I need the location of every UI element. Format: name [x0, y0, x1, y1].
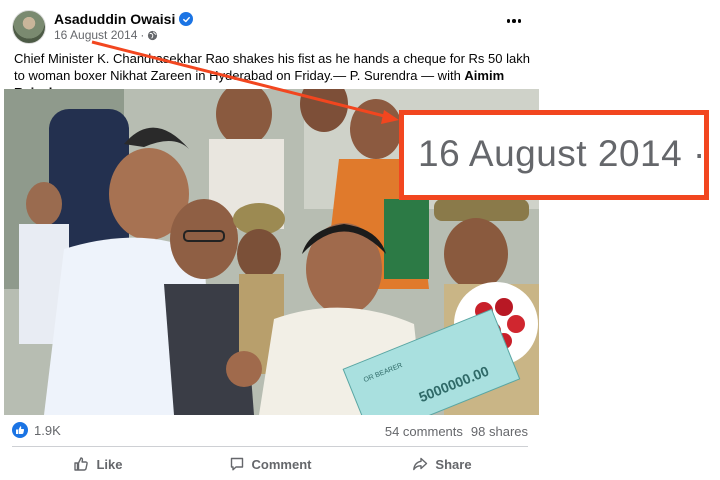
action-divider: [12, 446, 528, 447]
globe-icon: [148, 30, 158, 40]
post-meta: 16 August 2014 ·: [54, 28, 158, 42]
like-reaction-icon: [12, 422, 28, 438]
like-icon: [74, 457, 89, 471]
caption-text: Chief Minister K. Chandrasekhar Rao shak…: [14, 51, 530, 83]
share-button[interactable]: Share: [356, 450, 528, 478]
comment-label: Comment: [251, 456, 312, 472]
comment-icon: [230, 457, 243, 471]
reaction-summary[interactable]: 1.9K: [12, 422, 61, 438]
more-options-icon[interactable]: [504, 14, 524, 28]
share-icon: [413, 457, 428, 471]
engagement-counts: 54 comments 98 shares: [385, 424, 528, 439]
share-count[interactable]: 98 shares: [471, 424, 528, 439]
share-label: Share: [435, 456, 472, 472]
zoomed-date-highlight: 16 August 2014 ·: [399, 110, 709, 200]
author-avatar[interactable]: [12, 10, 46, 44]
verified-badge-icon: [179, 12, 194, 26]
post-stats: 1.9K 54 comments 98 shares: [12, 420, 532, 442]
zoomed-date-text: 16 August 2014 ·: [418, 133, 706, 174]
author-name-row: Asaduddin Owaisi: [54, 11, 194, 27]
facebook-post-card: Asaduddin Owaisi 16 August 2014 · Chief …: [0, 0, 540, 480]
author-name[interactable]: Asaduddin Owaisi: [54, 11, 175, 27]
like-label: Like: [96, 456, 123, 472]
like-button[interactable]: Like: [12, 450, 184, 478]
post-date[interactable]: 16 August 2014: [54, 28, 137, 42]
meta-separator: ·: [140, 28, 145, 42]
comment-count[interactable]: 54 comments: [385, 424, 463, 439]
post-actions: Like Comment Share: [12, 450, 528, 478]
comment-button[interactable]: Comment: [184, 450, 356, 478]
post-header: Asaduddin Owaisi 16 August 2014 ·: [12, 10, 532, 46]
reaction-count: 1.9K: [34, 422, 61, 438]
